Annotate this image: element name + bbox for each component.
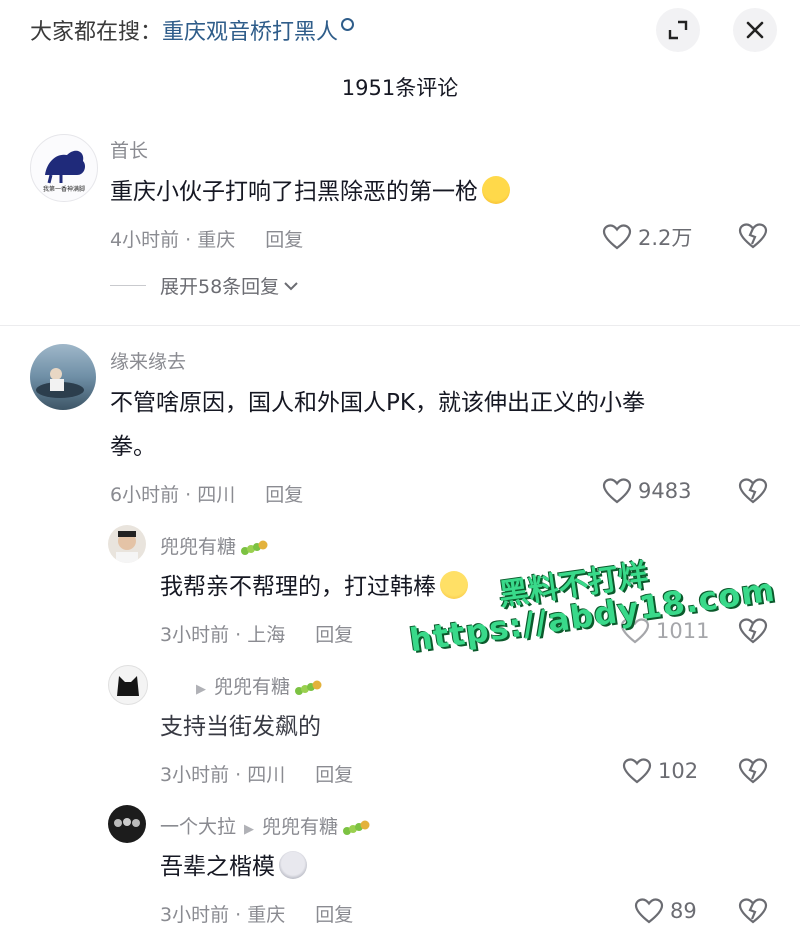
fullscreen-button[interactable] xyxy=(656,8,700,52)
search-suggestion[interactable]: 大家都在搜：重庆观音桥打黑人 xyxy=(30,14,355,46)
comment-divider xyxy=(0,325,800,326)
comment-meta: 4小时前 · 重庆 回复 xyxy=(110,225,303,252)
reply-username[interactable]: 一个大拉 ▶ 兜兜有糖 xyxy=(160,812,370,839)
like-button[interactable]: 89 xyxy=(634,897,697,925)
like-count: 9483 xyxy=(638,479,692,503)
reply-time-location: 3小时前 · 上海 xyxy=(160,624,286,646)
reply-arrow-icon: ▶ xyxy=(244,822,255,837)
reply-button[interactable]: 回复 xyxy=(265,484,303,506)
dislike-button[interactable] xyxy=(738,222,768,254)
avatar[interactable] xyxy=(108,805,146,843)
comment-count-title: 1951条评论 xyxy=(341,76,459,100)
comment-time-location: 6小时前 · 四川 xyxy=(110,484,236,506)
comment-text: 重庆小伙子打响了扫黑除恶的第一枪 xyxy=(110,170,510,214)
heart-icon xyxy=(634,898,664,924)
avatar-cat-image xyxy=(117,676,139,696)
reply-button[interactable]: 回复 xyxy=(315,624,353,646)
comment-username[interactable]: 缘来缘去 xyxy=(110,347,186,374)
heart-icon xyxy=(602,478,632,504)
dislike-button[interactable] xyxy=(738,757,768,789)
caterpillar-icon xyxy=(241,540,268,555)
search-keyword-link[interactable]: 重庆观音桥打黑人 xyxy=(162,20,338,45)
fullscreen-icon xyxy=(668,20,688,40)
avatar[interactable] xyxy=(108,525,146,563)
reply-meta: 3小时前 · 上海 回复 xyxy=(160,620,353,647)
like-button[interactable]: 102 xyxy=(622,757,698,785)
expand-replies-label: 展开58条回复 xyxy=(160,276,280,298)
heart-icon xyxy=(602,224,632,250)
caterpillar-icon xyxy=(343,820,370,835)
heart-icon xyxy=(622,758,652,784)
comment-time-location: 4小时前 · 重庆 xyxy=(110,229,236,251)
dislike-icon xyxy=(738,898,768,924)
reply-arrow-icon: ▶ xyxy=(196,682,206,697)
avatar-face-image xyxy=(116,531,138,563)
dislike-button[interactable] xyxy=(738,617,768,649)
husky-emoji xyxy=(279,851,307,879)
reply-meta: 3小时前 · 四川 回复 xyxy=(160,760,353,787)
comment-text-line: 拳。 xyxy=(110,434,156,460)
like-button[interactable]: 9483 xyxy=(602,477,691,505)
reply-button[interactable]: 回复 xyxy=(315,764,353,786)
chevron-down-icon xyxy=(284,281,298,290)
like-count: 2.2万 xyxy=(638,226,693,250)
avatar[interactable] xyxy=(108,665,148,705)
avatar-group-image xyxy=(114,818,140,827)
reply-meta: 3小时前 · 重庆 回复 xyxy=(160,900,353,927)
comment-meta: 6小时前 · 四川 回复 xyxy=(110,480,303,507)
avatar-photo-image xyxy=(36,368,84,398)
reply-text: 吾辈之楷模 xyxy=(160,845,307,889)
caterpillar-icon xyxy=(295,680,322,695)
grin-emoji xyxy=(440,571,468,599)
dislike-button[interactable] xyxy=(738,897,768,929)
reply-username[interactable]: 兜兜有糖 xyxy=(160,532,268,559)
reply-time-location: 3小时前 · 四川 xyxy=(160,764,286,786)
reply-text: 我帮亲不帮理的，打过韩棒 xyxy=(160,565,468,609)
avatar-caption: 我第一香神满脚 xyxy=(42,186,85,193)
like-count: 102 xyxy=(658,759,699,783)
laugh-cry-emoji xyxy=(482,176,510,204)
dislike-button[interactable] xyxy=(738,477,768,509)
avatar[interactable]: 我第一香神满脚 xyxy=(30,134,98,202)
search-prefix: 大家都在搜： xyxy=(30,20,163,45)
dislike-icon xyxy=(738,618,768,644)
comment-text-line: 不管啥原因，国人和外国人PK，就该伸出正义的小拳 xyxy=(110,390,645,416)
dislike-icon xyxy=(738,223,768,249)
like-count: 89 xyxy=(670,899,697,923)
dislike-icon xyxy=(738,478,768,504)
reply-username[interactable]: ▶ 兜兜有糖 xyxy=(188,672,322,699)
reply-button[interactable]: 回复 xyxy=(315,904,353,926)
close-button[interactable] xyxy=(733,8,777,52)
search-icon xyxy=(341,18,355,31)
dislike-icon xyxy=(738,758,768,784)
reply-time-location: 3小时前 · 重庆 xyxy=(160,904,286,926)
reply-button[interactable]: 回复 xyxy=(265,229,303,251)
like-button[interactable]: 2.2万 xyxy=(602,222,692,252)
avatar[interactable] xyxy=(30,344,96,410)
expand-replies-button[interactable]: 展开58条回复 xyxy=(110,272,299,299)
close-icon xyxy=(746,21,764,39)
reply-text: 支持当街发飙的 xyxy=(160,714,321,740)
comment-username[interactable]: 首长 xyxy=(110,136,148,163)
divider-line xyxy=(110,285,146,286)
